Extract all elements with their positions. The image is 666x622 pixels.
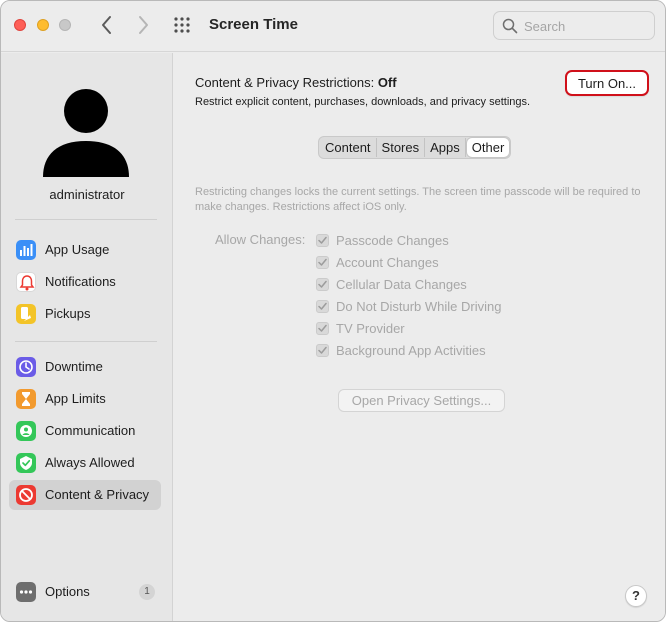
sidebar-item-label: App Limits <box>45 391 106 406</box>
turn-on-button[interactable]: Turn On... <box>565 70 649 96</box>
checkmark-icon <box>316 256 329 269</box>
close-window-button[interactable] <box>14 19 26 31</box>
downtime-icon <box>16 357 36 377</box>
zoom-window-button[interactable] <box>59 19 71 31</box>
sidebar-item-label: App Usage <box>45 242 110 257</box>
sidebar-item-content-privacy[interactable]: Content & Privacy <box>9 480 161 510</box>
restrictions-heading: Content & Privacy Restrictions: Off <box>195 75 397 90</box>
checkbox-label: Background App Activities <box>336 343 486 358</box>
help-button[interactable]: ? <box>625 585 647 607</box>
checkmark-icon <box>316 300 329 313</box>
checkbox-label: Account Changes <box>336 255 439 270</box>
minimize-window-button[interactable] <box>37 19 49 31</box>
sidebar-item-communication[interactable]: Communication <box>9 416 161 446</box>
sidebar-item-label: Options <box>45 584 90 599</box>
sidebar-item-label: Downtime <box>45 359 103 374</box>
show-all-button[interactable] <box>173 15 195 37</box>
search-field[interactable] <box>493 11 655 40</box>
sidebar-item-downtime[interactable]: Downtime <box>9 352 161 382</box>
forward-button[interactable] <box>132 14 154 36</box>
sidebar-item-app-limits[interactable]: App Limits <box>9 384 161 414</box>
restrictions-status: Off <box>377 75 397 90</box>
username: administrator <box>49 187 125 202</box>
checkbox-label: TV Provider <box>336 321 405 336</box>
sidebar-divider <box>15 341 157 342</box>
search-input[interactable] <box>524 18 648 34</box>
bar-chart-icon <box>16 240 36 260</box>
window-title: Screen Time <box>209 16 298 33</box>
tab-stores[interactable]: Stores <box>377 138 426 157</box>
checkmark-icon <box>316 234 329 247</box>
checkbox-label: Cellular Data Changes <box>336 277 467 292</box>
sidebar-item-label: Always Allowed <box>45 455 135 470</box>
options-badge: 1 <box>139 584 155 600</box>
category-tabs: Content Stores Apps Other <box>318 136 512 159</box>
checkmark-icon <box>316 278 329 291</box>
checkbox-label: Do Not Disturb While Driving <box>336 299 502 314</box>
checkmark-icon <box>316 344 329 357</box>
grid-icon <box>174 17 190 33</box>
user-avatar-icon[interactable] <box>43 89 129 177</box>
sidebar: administrator App Usage Notifications Pi… <box>1 53 173 621</box>
sidebar-item-always-allowed[interactable]: Always Allowed <box>9 448 161 478</box>
tab-other[interactable]: Other <box>466 138 510 157</box>
sidebar-divider <box>15 219 157 220</box>
sidebar-item-label: Content & Privacy <box>45 487 150 502</box>
restrictions-description: Restrict explicit content, purchases, do… <box>195 96 531 108</box>
pickup-icon <box>16 304 36 324</box>
sidebar-item-label: Communication <box>45 423 136 438</box>
screen-time-window: Screen Time administrator App Usage <box>0 0 666 622</box>
back-button[interactable] <box>96 14 118 36</box>
sidebar-item-options[interactable]: Options 1 <box>9 577 161 607</box>
search-icon <box>502 18 518 34</box>
checkmark-icon <box>316 322 329 335</box>
checkmark-shield-icon <box>16 453 36 473</box>
checkbox-label: Passcode Changes <box>336 233 449 248</box>
heading-label: Content & Privacy Restrictions: <box>195 75 375 90</box>
sidebar-item-label: Pickups <box>45 306 91 321</box>
chevron-right-icon <box>139 16 148 34</box>
tab-apps[interactable]: Apps <box>425 138 466 157</box>
more-icon <box>16 582 36 602</box>
bell-icon <box>16 272 36 292</box>
title-bar: Screen Time <box>1 1 665 52</box>
open-privacy-settings-button[interactable]: Open Privacy Settings... <box>338 389 505 412</box>
chevron-left-icon <box>102 16 111 34</box>
communication-icon <box>16 421 36 441</box>
sidebar-item-app-usage[interactable]: App Usage <box>9 235 161 265</box>
sidebar-item-pickups[interactable]: Pickups <box>9 299 161 329</box>
tab-content[interactable]: Content <box>320 138 377 157</box>
hourglass-icon <box>16 389 36 409</box>
sidebar-item-label: Notifications <box>45 274 116 289</box>
allow-changes-label: Allow Changes: <box>215 232 306 247</box>
main-panel: Content & Privacy Restrictions: Off Rest… <box>174 53 665 621</box>
sidebar-item-notifications[interactable]: Notifications <box>9 267 161 297</box>
prohibited-icon <box>16 485 36 505</box>
restrictions-info: Restricting changes locks the current se… <box>195 186 641 213</box>
